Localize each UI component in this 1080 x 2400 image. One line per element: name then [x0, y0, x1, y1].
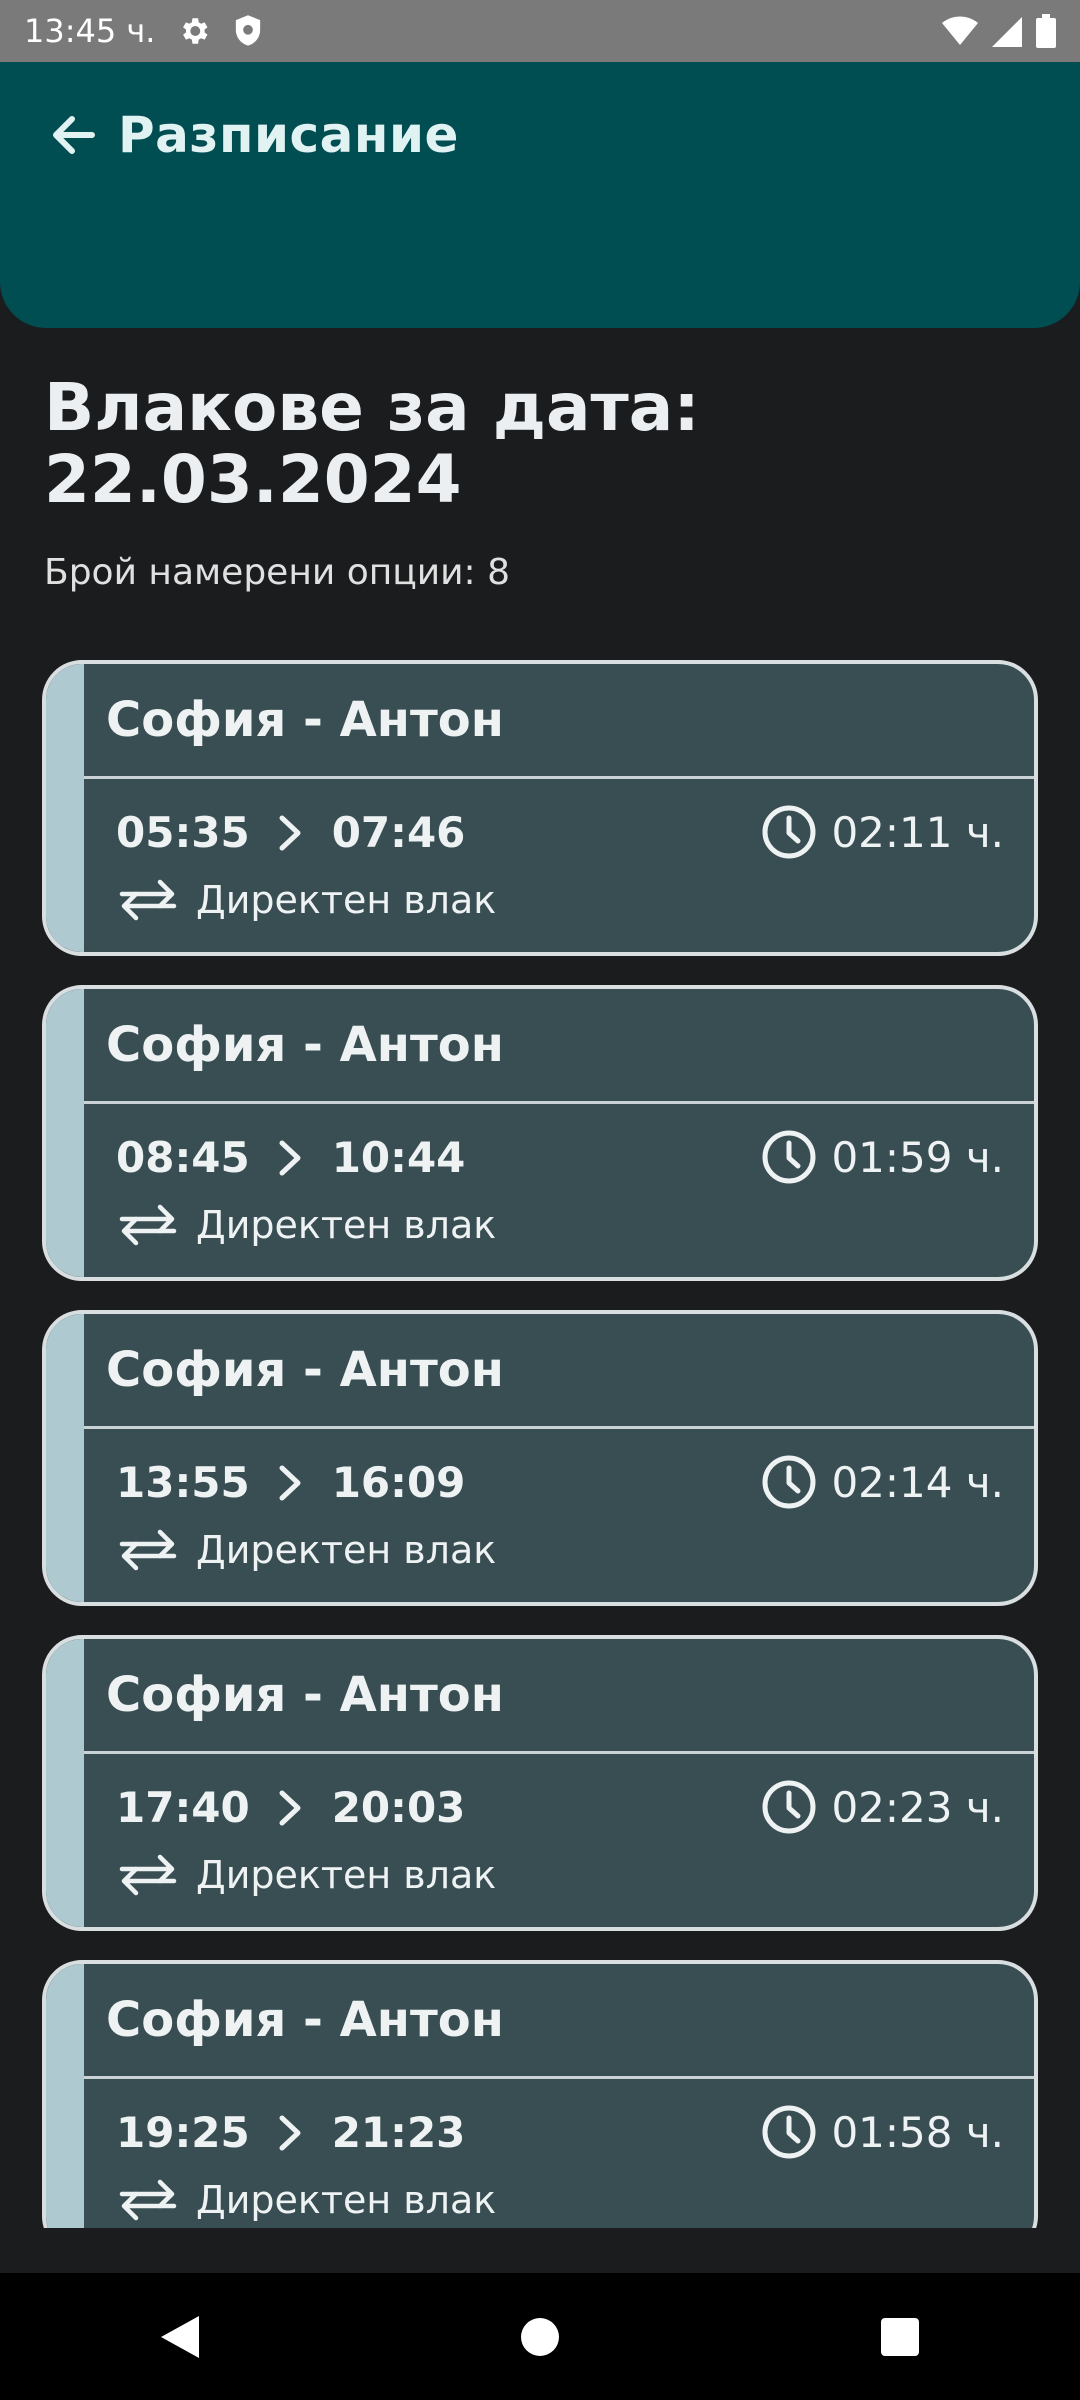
- card-divider: [84, 776, 1034, 779]
- swap-arrows-icon: [116, 1203, 180, 1247]
- card-divider: [84, 1751, 1034, 1754]
- duration-value: 01:58 ч.: [831, 2107, 1004, 2157]
- train-type: Директен влак: [116, 2178, 496, 2222]
- card-accent-stripe: [46, 1964, 84, 2228]
- train-duration: 02:14 ч.: [761, 1454, 1004, 1510]
- card-divider: [84, 1101, 1034, 1104]
- train-route: София - Антон: [106, 1667, 504, 1723]
- train-route: София - Антон: [106, 692, 504, 748]
- card-accent-stripe: [46, 664, 84, 952]
- wifi-icon: [942, 15, 978, 47]
- train-route: София - Антон: [106, 1017, 504, 1073]
- swap-arrows-icon: [116, 1853, 180, 1897]
- departure-time: 19:25: [116, 2108, 250, 2157]
- clock-icon: [761, 804, 817, 860]
- list-bottom-mask: [0, 2233, 1080, 2273]
- train-type-label: Директен влак: [196, 1853, 497, 1897]
- nav-recents-button[interactable]: [860, 2297, 940, 2377]
- train-type: Директен влак: [116, 1528, 496, 1572]
- train-times: 05:35 07:46: [116, 808, 465, 857]
- train-type: Директен влак: [116, 1853, 496, 1897]
- train-type-label: Директен влак: [196, 2178, 497, 2222]
- train-times: 19:25 21:23: [116, 2108, 465, 2157]
- departure-time: 08:45: [116, 1133, 250, 1182]
- train-duration: 02:23 ч.: [761, 1779, 1004, 1835]
- clock-icon: [761, 1454, 817, 1510]
- signal-icon: [992, 15, 1022, 47]
- chevron-right-icon: [278, 1464, 304, 1502]
- card-divider: [84, 2076, 1034, 2079]
- swap-arrows-icon: [116, 2178, 180, 2222]
- train-type-label: Директен влак: [196, 1528, 497, 1572]
- status-bar: 13:45 ч.: [0, 0, 1080, 62]
- chevron-right-icon: [278, 2114, 304, 2152]
- train-duration: 01:58 ч.: [761, 2104, 1004, 2160]
- arrival-time: 20:03: [331, 1783, 466, 1832]
- train-card[interactable]: София - Антон 17:40 20:03 02:23 ч. Директен …: [42, 1635, 1038, 1931]
- page-header-title: Разписание: [118, 106, 459, 164]
- triangle-back-icon: [161, 2315, 199, 2358]
- header-row: Разписание: [48, 106, 459, 164]
- arrival-time: 21:23: [331, 2108, 466, 2157]
- train-card[interactable]: София - Антон 13:55 16:09 02:14 ч. Директен …: [42, 1310, 1038, 1606]
- status-left: 13:45 ч.: [24, 12, 263, 50]
- chevron-right-icon: [278, 1789, 304, 1827]
- result-count: Брой намерени опции: 8: [44, 552, 511, 593]
- train-type: Директен влак: [116, 878, 496, 922]
- chevron-right-icon: [278, 814, 304, 852]
- card-accent-stripe: [46, 1639, 84, 1927]
- app-header: Разписание: [0, 62, 1080, 328]
- train-route: София - Антон: [106, 1992, 504, 2048]
- card-accent-stripe: [46, 989, 84, 1277]
- gear-icon: [177, 14, 211, 48]
- duration-value: 02:23 ч.: [831, 1782, 1004, 1832]
- clock-icon: [761, 2104, 817, 2160]
- main-content[interactable]: Влакове за дата: 22.03.2024 Брой намерен…: [0, 328, 1080, 2228]
- circle-home-icon: [521, 2317, 559, 2356]
- card-accent-stripe: [46, 1314, 84, 1602]
- card-divider: [84, 1426, 1034, 1429]
- clock-icon: [761, 1779, 817, 1835]
- square-recents-icon: [881, 2317, 919, 2356]
- shield-icon: [233, 14, 263, 48]
- swap-arrows-icon: [116, 1528, 180, 1572]
- duration-value: 02:14 ч.: [831, 1457, 1004, 1507]
- train-card[interactable]: София - Антон 19:25 21:23 01:58 ч. Директен …: [42, 1960, 1038, 2228]
- system-nav-bar: [0, 2273, 1080, 2400]
- train-type-label: Директен влак: [196, 1203, 497, 1247]
- arrival-time: 16:09: [331, 1458, 466, 1507]
- swap-arrows-icon: [116, 878, 180, 922]
- train-type-label: Директен влак: [196, 878, 497, 922]
- train-card[interactable]: София - Антон 05:35 07:46 02:11 ч. Директен …: [42, 660, 1038, 956]
- duration-value: 01:59 ч.: [831, 1132, 1004, 1182]
- status-time: 13:45 ч.: [24, 12, 156, 50]
- train-card[interactable]: София - Антон 08:45 10:44 01:59 ч. Директен …: [42, 985, 1038, 1281]
- page-title: Влакове за дата: 22.03.2024: [44, 369, 700, 518]
- chevron-right-icon: [278, 1139, 304, 1177]
- departure-time: 17:40: [116, 1783, 250, 1832]
- train-type: Директен влак: [116, 1203, 496, 1247]
- train-duration: 02:11 ч.: [761, 804, 1004, 860]
- departure-time: 13:55: [116, 1458, 250, 1507]
- departure-time: 05:35: [116, 808, 250, 857]
- arrival-time: 07:46: [331, 808, 466, 857]
- train-times: 08:45 10:44: [116, 1133, 465, 1182]
- nav-home-button[interactable]: [500, 2297, 580, 2377]
- train-route: София - Антон: [106, 1342, 504, 1398]
- train-times: 17:40 20:03: [116, 1783, 465, 1832]
- nav-back-button[interactable]: [140, 2297, 220, 2377]
- back-button[interactable]: [48, 110, 98, 160]
- train-duration: 01:59 ч.: [761, 1129, 1004, 1185]
- battery-icon: [1036, 14, 1056, 48]
- arrow-left-icon: [53, 116, 95, 154]
- status-right: [942, 14, 1056, 48]
- duration-value: 02:11 ч.: [831, 807, 1004, 857]
- train-times: 13:55 16:09: [116, 1458, 465, 1507]
- arrival-time: 10:44: [331, 1133, 466, 1182]
- train-list[interactable]: София - Антон 05:35 07:46 02:11 ч. Директен …: [42, 660, 1038, 2228]
- clock-icon: [761, 1129, 817, 1185]
